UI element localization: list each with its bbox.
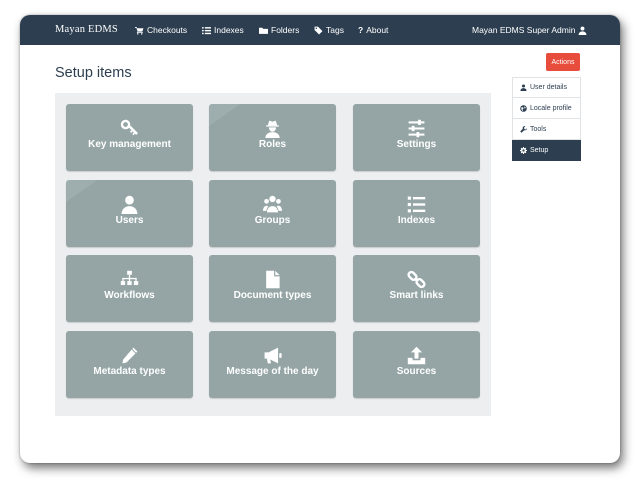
- setup-grid: Key management Roles Settings Users Grou…: [55, 93, 491, 416]
- wrench-icon: [520, 125, 527, 133]
- nav-about[interactable]: ? About: [358, 15, 388, 45]
- brand-logo[interactable]: Mayan EDMS: [55, 15, 118, 45]
- tile-label: Key management: [88, 139, 171, 150]
- side-item-user-details[interactable]: User details: [512, 77, 581, 98]
- user-secret-icon: [265, 120, 280, 138]
- nav-user-label: Mayan EDMS Super Admin: [472, 25, 576, 35]
- nav-indexes[interactable]: Indexes: [202, 15, 244, 45]
- sliders-icon: [408, 119, 425, 137]
- tile-users[interactable]: Users: [66, 180, 193, 247]
- side-item-tools[interactable]: Tools: [512, 119, 581, 140]
- globe-icon: [520, 104, 527, 112]
- file-icon: [266, 270, 280, 288]
- bullhorn-icon: [264, 347, 282, 363]
- app-window: Mayan EDMS Checkouts Indexes Folders Tag…: [20, 15, 620, 463]
- side-item-label: Locale profile: [530, 104, 572, 112]
- tile-label: Sources: [396, 366, 437, 377]
- tile-label: Indexes: [397, 215, 436, 226]
- side-item-label: Setup: [530, 146, 549, 154]
- gear-icon: [520, 146, 527, 154]
- tag-icon: [314, 26, 323, 34]
- tile-indexes[interactable]: Indexes: [353, 180, 480, 247]
- list-icon: [407, 196, 426, 212]
- tile-label: Workflows: [104, 290, 155, 301]
- tile-label: Settings: [396, 139, 437, 150]
- user-icon: [520, 84, 527, 91]
- tile-key-management[interactable]: Key management: [66, 104, 193, 171]
- side-item-locale-profile[interactable]: Locale profile: [512, 98, 581, 119]
- tile-message-of-the-day[interactable]: Message of the day: [209, 331, 336, 398]
- upload-icon: [407, 346, 426, 364]
- nav-folders-label: Folders: [271, 25, 300, 35]
- nav-user-menu[interactable]: Mayan EDMS Super Admin: [472, 15, 587, 45]
- nav-about-label: About: [366, 25, 389, 35]
- tile-label: Groups: [254, 215, 291, 226]
- user-icon: [121, 195, 138, 214]
- tile-roles[interactable]: Roles: [209, 104, 336, 171]
- tile-groups[interactable]: Groups: [209, 180, 336, 247]
- sitemap-icon: [120, 270, 139, 285]
- tile-sources[interactable]: Sources: [353, 331, 480, 398]
- nav-checkouts-label: Checkouts: [147, 25, 188, 35]
- users-icon: [263, 195, 282, 212]
- nav-checkouts[interactable]: Checkouts: [135, 15, 187, 45]
- tile-label: Metadata types: [93, 366, 166, 377]
- tile-label: Users: [115, 215, 144, 226]
- page-title: Setup items: [55, 65, 132, 81]
- actions-button[interactable]: Actions: [546, 53, 580, 71]
- side-item-label: Tools: [530, 125, 547, 133]
- key-icon: [120, 119, 138, 135]
- list-icon: [202, 26, 211, 34]
- top-navbar: Mayan EDMS Checkouts Indexes Folders Tag…: [20, 15, 620, 45]
- tile-settings[interactable]: Settings: [353, 104, 480, 171]
- nav-tags-label: Tags: [326, 25, 344, 35]
- nav-tags[interactable]: Tags: [314, 15, 344, 45]
- cart-icon: [135, 26, 144, 35]
- side-menu: User details Locale profile Tools Setup: [512, 77, 581, 161]
- tile-label: Smart links: [389, 290, 444, 301]
- side-item-setup[interactable]: Setup: [512, 140, 581, 161]
- side-item-label: User details: [530, 84, 567, 91]
- tile-label: Message of the day: [226, 366, 319, 377]
- tile-label: Roles: [258, 139, 287, 150]
- link-icon: [407, 270, 426, 288]
- user-icon: [579, 26, 587, 35]
- pencil-icon: [122, 347, 138, 363]
- question-icon: ?: [358, 25, 364, 35]
- nav-indexes-label: Indexes: [214, 25, 244, 35]
- folder-icon: [259, 27, 268, 34]
- tile-label: Document types: [233, 290, 312, 301]
- tile-document-types[interactable]: Document types: [209, 255, 336, 322]
- tile-metadata-types[interactable]: Metadata types: [66, 331, 193, 398]
- tile-workflows[interactable]: Workflows: [66, 255, 193, 322]
- nav-folders[interactable]: Folders: [259, 15, 299, 45]
- tile-smart-links[interactable]: Smart links: [353, 255, 480, 322]
